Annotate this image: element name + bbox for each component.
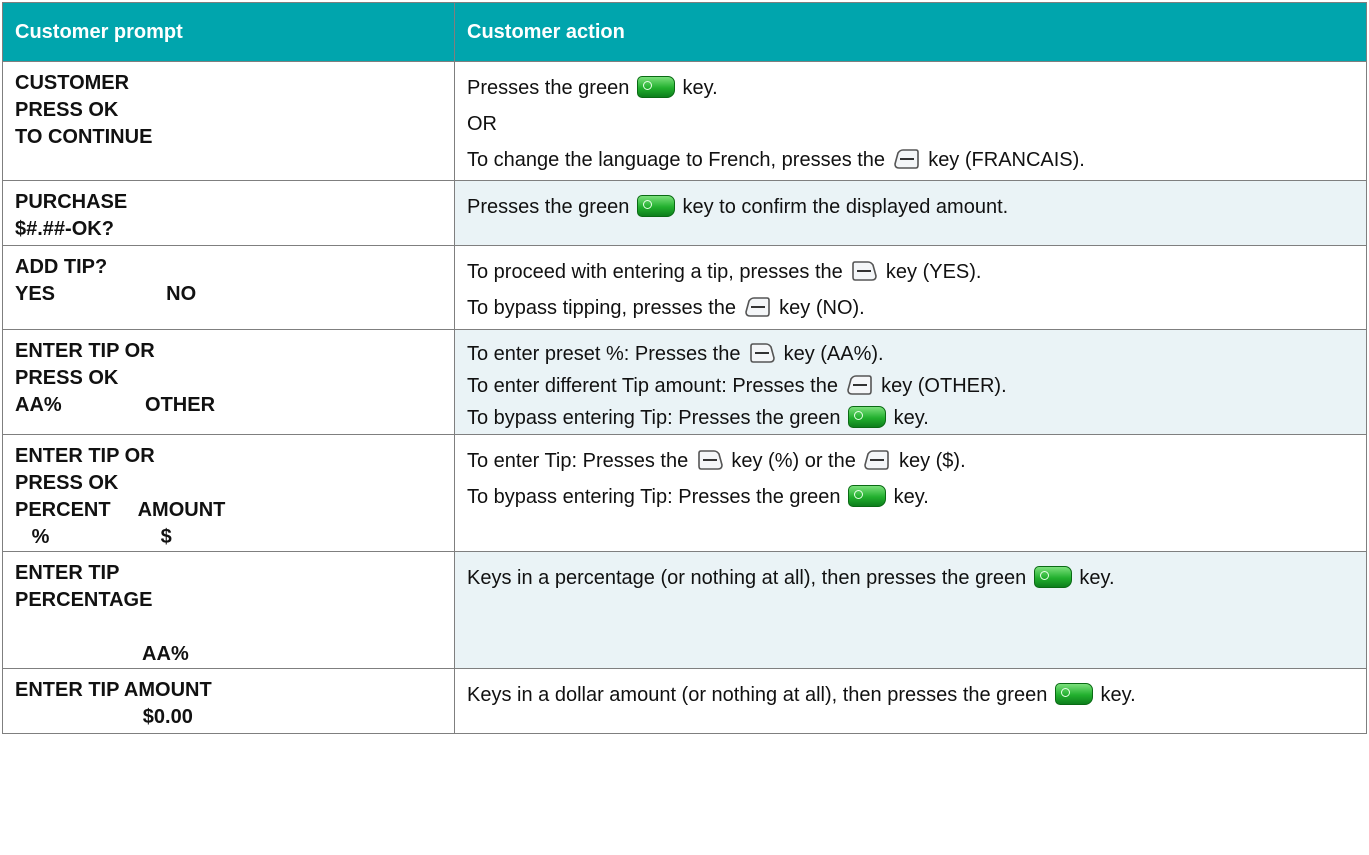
customer-prompt-cell: ENTER TIP OR PRESS OK PERCENT AMOUNT % $ [2,434,455,552]
action-text: To enter preset %: Presses the [467,343,741,365]
action-text: Presses the green [467,196,630,218]
action-line: To bypass entering Tip: Presses the gree… [467,479,1354,515]
action-text: OR [467,113,497,135]
prompt-line: PRESS OK [15,367,119,389]
action-text: key (FRANCAIS). [928,149,1085,171]
right-soft-key-icon [846,374,874,396]
right-soft-key-icon [863,449,891,471]
prompt-line: YES NO [15,283,197,305]
action-text: To enter different Tip amount: Presses t… [467,375,838,397]
page: Customer prompt Customer action CUSTOMER… [0,0,1369,855]
action-text: key. [893,486,929,508]
right-soft-key-icon [893,148,921,170]
green-ok-key-icon [1033,566,1072,588]
action-line: Keys in a percentage (or nothing at all)… [467,560,1354,596]
action-text: Keys in a percentage (or nothing at all)… [467,567,1027,589]
prompt-line: CUSTOMER [15,72,130,94]
prompt-line: TO CONTINUE [15,126,153,148]
action-text: To bypass tipping, presses the [467,297,737,319]
green-ok-key-icon [636,76,675,98]
prompt-line [15,614,442,641]
prompt-line: PERCENT AMOUNT [15,499,226,521]
table-row: ADD TIP? YES NO To proceed with entering a… [2,245,1367,330]
header-customer-prompt: Customer prompt [2,2,455,62]
action-line: OR [467,106,1354,142]
customer-action-cell: To proceed with entering a tip, presses … [454,245,1367,330]
customer-prompt-cell: ENTER TIP AMOUNT $0.00 [2,668,455,734]
action-text: key to confirm the displayed amount. [682,196,1009,218]
customer-prompt-table: Customer prompt Customer action CUSTOMER… [2,2,1367,734]
green-ok-key-icon [848,406,887,428]
action-text: key. [1079,567,1115,589]
green-ok-key-icon [848,485,887,507]
action-text: To bypass entering Tip: Presses the gree… [467,486,841,508]
action-line: To enter Tip: Presses the key (%) or the… [467,443,1354,479]
action-line: To change the language to French, presse… [467,142,1354,178]
action-line: Keys in a dollar amount (or nothing at a… [467,677,1354,713]
customer-action-cell: Keys in a percentage (or nothing at all)… [454,551,1367,669]
action-line: Presses the green key to confirm the dis… [467,189,1354,225]
action-text: key (NO). [779,297,865,319]
prompt-line: ENTER TIP OR [15,445,155,467]
table-row: CUSTOMER PRESS OK TO CONTINUE Presses the g… [2,61,1367,181]
table-body: CUSTOMER PRESS OK TO CONTINUE Presses the g… [2,61,1367,734]
action-line: To enter preset %: Presses the key (AA%)… [467,338,1354,370]
customer-prompt-cell: ENTER TIP PERCENTAGE AA% [2,551,455,669]
action-text: Keys in a dollar amount (or nothing at a… [467,684,1048,706]
customer-action-cell: Keys in a dollar amount (or nothing at a… [454,668,1367,734]
action-line: Presses the green key. [467,70,1354,106]
customer-action-cell: Presses the green key to confirm the dis… [454,180,1367,246]
action-line: To proceed with entering a tip, presses … [467,254,1354,290]
customer-prompt-cell: CUSTOMER PRESS OK TO CONTINUE [2,61,455,181]
prompt-line: ENTER TIP AMOUNT [15,679,212,701]
prompt-line: % $ [15,526,172,548]
green-ok-key-icon [1054,683,1093,705]
prompt-line: ENTER TIP OR [15,340,155,362]
prompt-line: ENTER TIP [15,562,120,584]
action-line: To bypass entering Tip: Presses the gree… [467,402,1354,434]
prompt-line: ADD TIP? [15,256,108,278]
action-text: key (AA%). [783,343,884,365]
action-text: key. [893,407,929,429]
prompt-line: PERCENTAGE [15,589,153,611]
table-row: PURCHASE $#.##-OK? Presses the green key t… [2,180,1367,246]
right-soft-key-icon [744,296,772,318]
action-text: To change the language to French, presse… [467,149,886,171]
prompt-line: PRESS OK [15,472,119,494]
table-row: ENTER TIP OR PRESS OK PERCENT AMOUNT % $ To… [2,434,1367,552]
action-text: key (%) or the [731,450,856,472]
customer-prompt-cell: ADD TIP? YES NO [2,245,455,330]
table-row: ENTER TIP PERCENTAGE AA% Keys in a percent… [2,551,1367,669]
prompt-line: $#.##-OK? [15,218,114,240]
action-text: To enter Tip: Presses the [467,450,689,472]
header-customer-action: Customer action [454,2,1367,62]
customer-prompt-cell: ENTER TIP OR PRESS OK AA% OTHER [2,329,455,435]
customer-prompt-cell: PURCHASE $#.##-OK? [2,180,455,246]
table-row: ENTER TIP OR PRESS OK AA% OTHER To enter pr… [2,329,1367,435]
action-line: To bypass tipping, presses the key (NO). [467,290,1354,326]
action-text: key. [682,77,718,99]
action-text: key ($). [898,450,966,472]
action-text: Presses the green [467,77,630,99]
customer-action-cell: To enter preset %: Presses the key (AA%)… [454,329,1367,435]
table-header-row: Customer prompt Customer action [2,2,1367,62]
action-text: key (OTHER). [881,375,1007,397]
prompt-line: $0.00 [15,706,193,728]
left-soft-key-icon [696,449,724,471]
prompt-line: PURCHASE [15,191,128,213]
table-row: ENTER TIP AMOUNT $0.00 Keys in a dollar a… [2,668,1367,734]
left-soft-key-icon [748,342,776,364]
left-soft-key-icon [850,260,878,282]
customer-action-cell: To enter Tip: Presses the key (%) or the… [454,434,1367,552]
action-text: key. [1100,684,1136,706]
prompt-line: AA% OTHER [15,394,216,416]
customer-action-cell: Presses the green key. OR To change the la… [454,61,1367,181]
action-line: To enter different Tip amount: Presses t… [467,370,1354,402]
action-text: To proceed with entering a tip, presses … [467,261,843,283]
prompt-line: AA% [15,643,189,665]
action-text: key (YES). [885,261,982,283]
action-text: To bypass entering Tip: Presses the gree… [467,407,841,429]
green-ok-key-icon [636,195,675,217]
prompt-line: PRESS OK [15,99,119,121]
